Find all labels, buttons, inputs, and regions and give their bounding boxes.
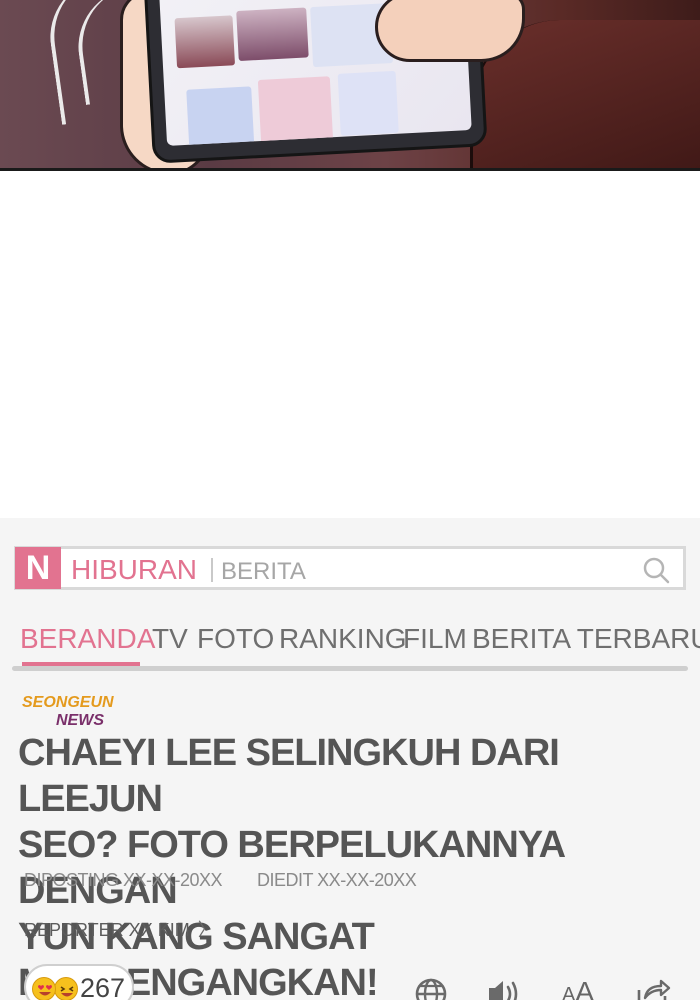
- subsection-title: BERITA: [221, 558, 306, 585]
- search-bar[interactable]: N HIBURAN BERITA: [14, 546, 686, 590]
- nav-divider: [12, 666, 688, 671]
- font-size-icon[interactable]: AA: [562, 974, 598, 1000]
- nav-tab-tv[interactable]: TV: [152, 622, 188, 656]
- news-brand-logo: SEONGEUN NEWS: [22, 694, 122, 730]
- screen-thumbnail: [236, 7, 309, 62]
- font-size-large-glyph: A: [575, 976, 595, 1000]
- edited-date: DIEDIT XX-XX-20XX: [257, 870, 417, 890]
- font-size-small-glyph: A: [562, 984, 576, 1000]
- nav-tab-film[interactable]: FILM: [403, 622, 467, 656]
- search-icon[interactable]: [641, 555, 671, 585]
- news-app-screen: N HIBURAN BERITA BERANDA TV FOTO RANKING…: [0, 518, 700, 1000]
- screen-thumbnail: [174, 15, 236, 69]
- share-icon[interactable]: [635, 974, 671, 1000]
- reporter-name: REPORTER XX KIM: [24, 920, 190, 940]
- brand-line-1: SEONGEUN: [22, 694, 114, 711]
- screen-thumbnail: [257, 76, 334, 146]
- reporter-link[interactable]: REPORTER XX KIM 〉: [24, 916, 216, 942]
- brand-line-2: NEWS: [56, 712, 104, 729]
- headline-line-1: CHAEYI LEE SELINGKUH DARI LEEJUN: [18, 732, 560, 820]
- speaker-icon[interactable]: [485, 974, 521, 1000]
- nav-tab-beranda[interactable]: BERANDA: [20, 622, 155, 656]
- section-title: HIBURAN: [71, 554, 198, 585]
- reaction-button[interactable]: 267: [24, 964, 134, 1000]
- headline-line-2: SEO? FOTO BERPELUKANNYA DENGAN: [18, 824, 565, 912]
- article-headline: CHAEYI LEE SELINGKUH DARI LEEJUN SEO? FO…: [18, 730, 698, 1000]
- heart-eyes-emoji-icon: [32, 977, 56, 1000]
- screen-thumbnail: [337, 70, 399, 136]
- character-right-hand: [375, 0, 525, 62]
- screen-thumbnail: [186, 86, 255, 146]
- globe-icon[interactable]: [413, 974, 449, 1000]
- app-logo: N: [15, 547, 61, 589]
- nav-tab-berita-terbaru[interactable]: BERITA TERBARU: [472, 622, 700, 656]
- divider: [211, 558, 213, 582]
- reaction-count: 267: [80, 973, 126, 1000]
- nav-tab-foto[interactable]: FOTO: [197, 622, 274, 656]
- posted-date: DIPOSTING XX-XX-20XX: [24, 870, 223, 890]
- chevron-right-icon: 〉: [197, 920, 216, 940]
- nav-tab-ranking[interactable]: RANKING: [279, 622, 407, 656]
- laughing-emoji-icon: [54, 977, 78, 1000]
- comic-panel-illustration: [0, 0, 700, 171]
